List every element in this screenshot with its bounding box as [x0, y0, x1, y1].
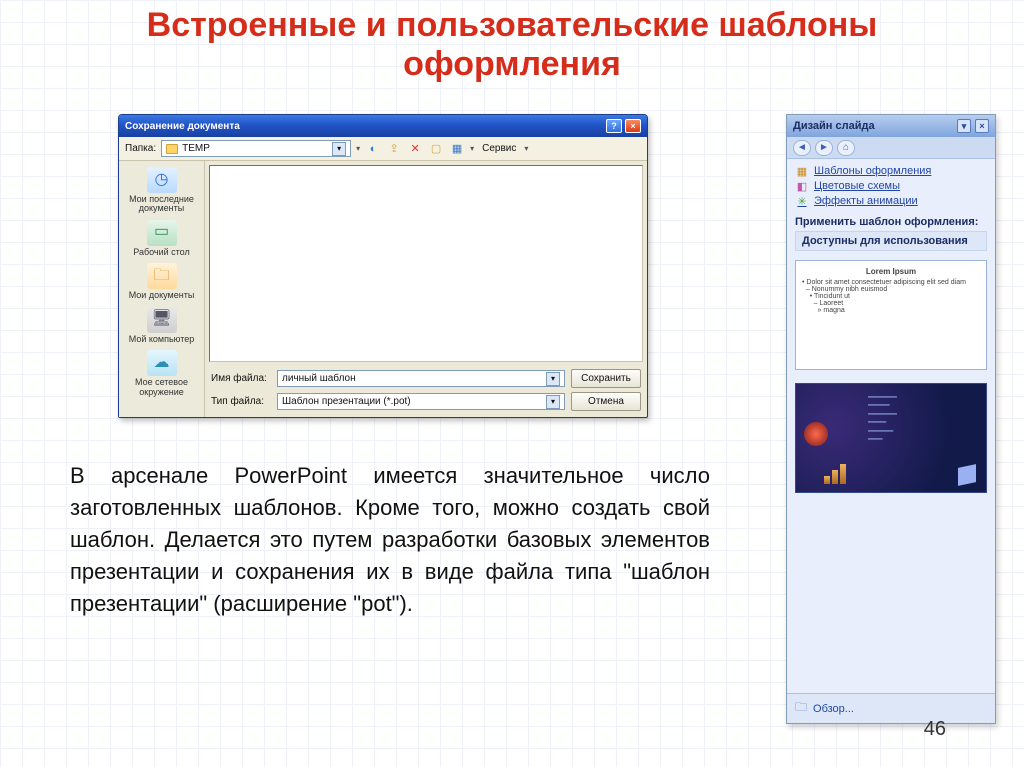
nav-back-icon[interactable]: ◄ [793, 140, 811, 156]
views-icon[interactable]: ▦ [449, 141, 465, 157]
save-button[interactable]: Сохранить [571, 369, 641, 388]
dialog-titlebar[interactable]: Сохранение документа ? × [119, 115, 647, 137]
templates-icon: ▦ [795, 165, 809, 177]
dialog-toolbar: Папка: TEMP ▾ ▾ ◐ ⇪ ✕ ▢ ▦ ▾ Сервис ▾ [119, 137, 647, 161]
anim-icon: ✳ [795, 195, 809, 207]
place-computer[interactable]: 🖥 Мой компьютер [123, 307, 200, 344]
up-folder-icon[interactable]: ⇪ [386, 141, 402, 157]
template-thumb-dark[interactable]: ━━━━━━━━━━━━━━━━━━━━━━━━━━━━━━━━━━━━━━ [795, 383, 987, 493]
browse-link[interactable]: Обзор... [813, 703, 854, 715]
link-label: Эффекты анимации [814, 195, 918, 207]
thumb-title: Lorem Ipsum [802, 267, 980, 276]
pane-close-icon[interactable]: × [975, 119, 989, 133]
back-icon[interactable]: ◐ [365, 141, 381, 157]
places-bar: ◷ Мои последние документы ▭ Рабочий стол 🗀… [119, 161, 205, 417]
place-network[interactable]: ☁ Мое сетевое окружение [123, 350, 200, 397]
thumb-lines: ━━━━━━━━━━━━━━━━━━━━━━━━━━━━━━━━━━━━━━ [868, 394, 978, 444]
chevron-down-icon[interactable]: ▾ [332, 142, 346, 156]
folder-icon [166, 144, 178, 154]
close-button[interactable]: × [625, 119, 641, 133]
desktop-icon: ▭ [147, 220, 177, 246]
filename-input[interactable]: личный шаблон ▾ [277, 370, 565, 387]
slide-title: Встроенные и пользовательские шаблоны оф… [0, 0, 1024, 94]
design-task-pane: Дизайн слайда ▾ × ◄ ► ⌂ ▦ Шаблоны оформле… [786, 114, 996, 724]
tools-menu[interactable]: Сервис [479, 143, 519, 154]
link-anim[interactable]: ✳ Эффекты анимации [795, 195, 987, 207]
computer-icon: 🖥 [147, 307, 177, 333]
thumb-body: • Dolor sit amet consectetuer adipiscing… [802, 279, 980, 314]
dialog-title: Сохранение документа [125, 121, 240, 132]
folder-combo[interactable]: TEMP ▾ [161, 140, 351, 157]
file-list[interactable] [209, 165, 643, 362]
save-dialog: Сохранение документа ? × Папка: TEMP ▾ ▾… [118, 114, 648, 418]
chevron-down-icon[interactable]: ▾ [546, 395, 560, 409]
filetype-value: Шаблон презентации (*.pot) [282, 396, 411, 407]
recent-icon: ◷ [147, 167, 177, 193]
thumb-cube-icon [958, 464, 976, 486]
thumb-bars-icon [824, 464, 846, 484]
help-button[interactable]: ? [606, 119, 622, 133]
folder-dd[interactable]: ▾ [356, 144, 360, 153]
cancel-button[interactable]: Отмена [571, 392, 641, 411]
page-number: 46 [924, 718, 946, 741]
delete-icon[interactable]: ✕ [407, 141, 423, 157]
link-colors[interactable]: ◧ Цветовые схемы [795, 180, 987, 192]
link-templates[interactable]: ▦ Шаблоны оформления [795, 165, 987, 177]
nav-fwd-icon[interactable]: ► [815, 140, 833, 156]
place-label: Мои документы [129, 291, 195, 300]
filename-value: личный шаблон [282, 373, 356, 384]
link-label: Цветовые схемы [814, 180, 900, 192]
place-label: Мои последние документы [123, 195, 200, 214]
browse-icon: 🗀 [795, 698, 807, 719]
template-thumb-default[interactable]: Lorem Ipsum • Dolor sit amet consectetue… [795, 260, 987, 370]
link-label: Шаблоны оформления [814, 165, 931, 177]
place-label: Мой компьютер [129, 335, 195, 344]
documents-icon: 🗀 [147, 263, 177, 289]
nav-home-icon[interactable]: ⌂ [837, 140, 855, 156]
apply-label: Применить шаблон оформления: [795, 216, 987, 228]
colors-icon: ◧ [795, 180, 809, 192]
pane-menu-icon[interactable]: ▾ [957, 119, 971, 133]
pane-nav: ◄ ► ⌂ [787, 137, 995, 159]
views-dd[interactable]: ▾ [470, 144, 474, 153]
place-label: Рабочий стол [133, 248, 190, 257]
pane-header[interactable]: Дизайн слайда ▾ × [787, 115, 995, 137]
filename-label: Имя файла: [211, 373, 271, 384]
pane-title: Дизайн слайда [793, 120, 875, 132]
network-icon: ☁ [147, 350, 177, 376]
place-label: Мое сетевое окружение [123, 378, 200, 397]
filetype-label: Тип файла: [211, 396, 271, 407]
place-desktop[interactable]: ▭ Рабочий стол [123, 220, 200, 257]
folder-value: TEMP [182, 143, 210, 154]
chevron-down-icon[interactable]: ▾ [546, 372, 560, 386]
folder-label: Папка: [125, 143, 156, 154]
tools-dd[interactable]: ▾ [524, 144, 528, 153]
pane-footer: 🗀 Обзор... [787, 693, 995, 723]
thumb-graphic-icon [804, 422, 828, 446]
place-documents[interactable]: 🗀 Мои документы [123, 263, 200, 300]
slide-body: В арсенале PowerPoint имеется значительн… [70, 460, 710, 621]
group-available: Доступны для использования [795, 231, 987, 251]
place-recent[interactable]: ◷ Мои последние документы [123, 167, 200, 214]
filetype-input[interactable]: Шаблон презентации (*.pot) ▾ [277, 393, 565, 410]
new-folder-icon[interactable]: ▢ [428, 141, 444, 157]
